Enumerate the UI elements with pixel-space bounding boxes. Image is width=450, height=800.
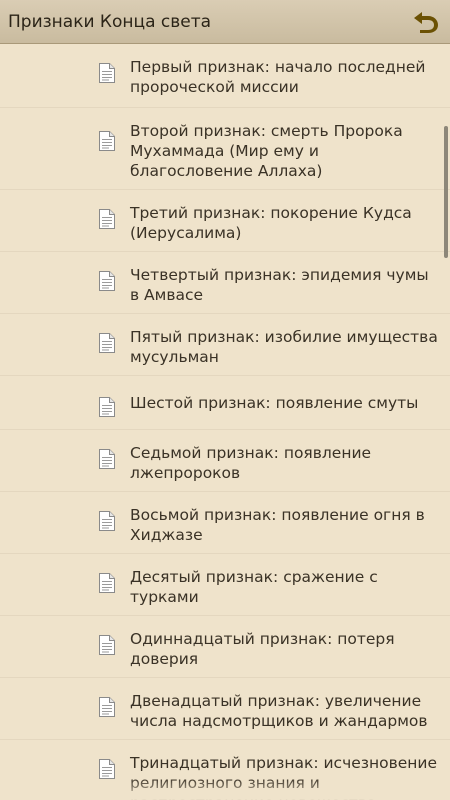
title-bar: Признаки Конца света [0,0,450,44]
document-icon [99,63,115,83]
list-item[interactable]: Тринадцатый признак: исчезновение религи… [0,740,450,800]
list-item[interactable]: Пятый признак: изобилие имущества мусуль… [0,314,450,376]
list-item[interactable]: Десятый признак: сражение с турками [0,554,450,616]
list-item-label: Первый признак: начало последней пророче… [130,58,426,96]
list-item-label: Тринадцатый признак: исчезновение религи… [130,754,438,800]
document-icon [99,573,115,593]
back-button[interactable] [410,6,442,38]
list-item[interactable]: Первый признак: начало последней пророче… [0,44,450,108]
list-item-label: Третий признак: покорение Кудса (Иерусал… [130,204,412,242]
list-item[interactable]: Шестой признак: появление смуты [0,376,450,430]
list-item[interactable]: Четвертый признак: эпидемия чумы в Амвас… [0,252,450,314]
list-item[interactable]: Третий признак: покорение Кудса (Иерусал… [0,190,450,252]
document-icon [99,209,115,229]
document-icon [99,759,115,779]
document-icon [99,635,115,655]
list-item[interactable]: Восьмой признак: появление огня в Хиджаз… [0,492,450,554]
list-item-label: Второй признак: смерть Пророка Мухаммада… [130,122,403,180]
document-icon [99,271,115,291]
document-icon [99,697,115,717]
list-item[interactable]: Двенадцатый признак: увеличение числа на… [0,678,450,740]
document-icon [99,397,115,417]
scrollbar[interactable] [444,126,448,258]
list-item-label: Четвертый признак: эпидемия чумы в Амвас… [130,266,429,304]
app-screen: Признаки Конца света Первый признак: нач… [0,0,450,800]
back-arrow-icon [414,12,438,33]
document-icon [99,333,115,353]
list-item-label: Восьмой признак: появление огня в Хиджаз… [130,506,425,544]
document-icon [99,511,115,531]
list-item-label: Десятый признак: сражение с турками [130,568,378,606]
list-item-label: Двенадцатый признак: увеличение числа на… [130,692,428,730]
list-item-label: Седьмой признак: появление лжепророков [130,444,372,482]
list-item-label: Пятый признак: изобилие имущества мусуль… [130,328,438,366]
document-icon [99,449,115,469]
list-item[interactable]: Седьмой признак: появление лжепророков [0,430,450,492]
list-item-label: Шестой признак: появление смуты [130,394,419,412]
list-item[interactable]: Второй признак: смерть Пророка Мухаммада… [0,108,450,190]
list-item[interactable]: Одиннадцатый признак: потеря доверия [0,616,450,678]
signs-list: Первый признак: начало последней пророче… [0,44,450,800]
list-item-label: Одиннадцатый признак: потеря доверия [130,630,395,668]
page-title: Признаки Конца света [8,11,212,32]
document-icon [99,131,115,151]
